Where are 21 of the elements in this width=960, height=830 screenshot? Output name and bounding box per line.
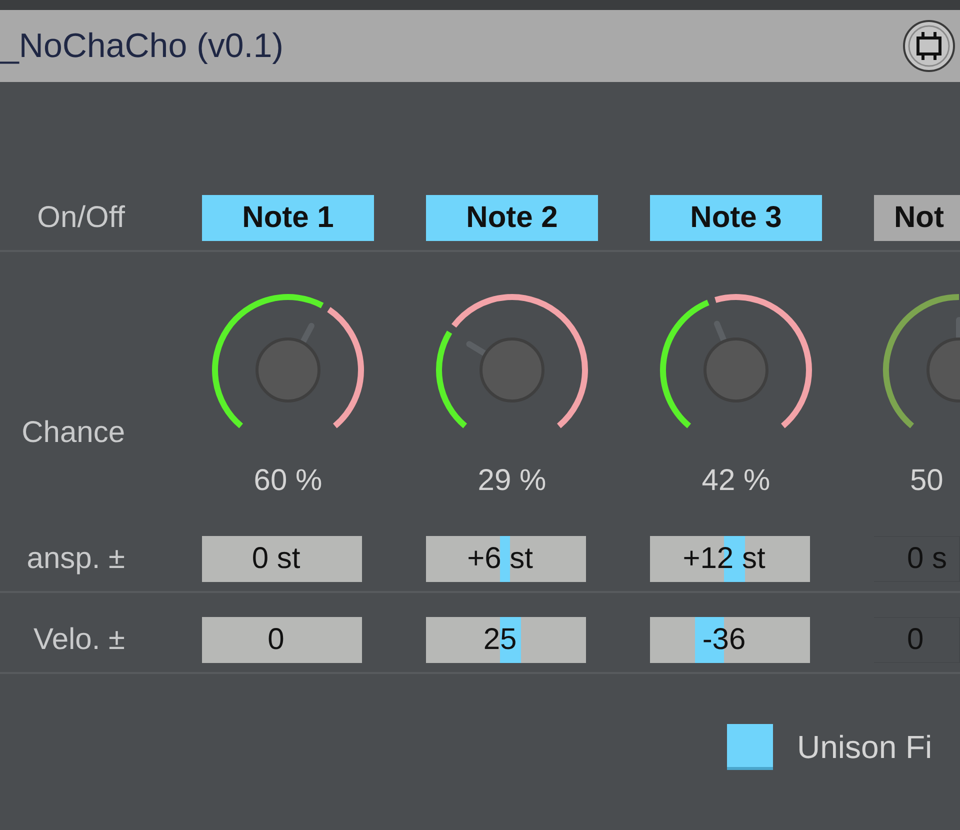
chance-value: 42 % <box>702 464 770 498</box>
velocity-field[interactable]: -36 <box>650 617 810 663</box>
note-toggle[interactable]: Not <box>874 195 960 241</box>
chance-value: 60 % <box>254 464 322 498</box>
row-label: Chance <box>22 416 125 450</box>
velocity-field[interactable]: 25 <box>426 617 586 663</box>
row-label: Velo. ± <box>33 623 125 657</box>
checkbox-label: Unison Fi <box>797 728 932 766</box>
note-toggle[interactable]: Note 1 <box>202 195 374 241</box>
row-label: ansp. ± <box>26 542 125 576</box>
note-toggle[interactable]: Note 3 <box>650 195 822 241</box>
transpose-field[interactable]: +6 st <box>426 536 586 582</box>
device-icon[interactable] <box>902 19 956 73</box>
row-label: On/Off <box>37 201 125 235</box>
chance-value: 29 % <box>478 464 546 498</box>
chance-value: 50 <box>909 464 944 498</box>
unison-checkbox[interactable] <box>727 724 773 770</box>
transpose-field[interactable]: +12 st <box>650 536 810 582</box>
transpose-field[interactable]: 0 st <box>202 536 362 582</box>
note-toggle[interactable]: Note 2 <box>426 195 598 241</box>
velocity-field[interactable]: 0 <box>202 617 362 663</box>
